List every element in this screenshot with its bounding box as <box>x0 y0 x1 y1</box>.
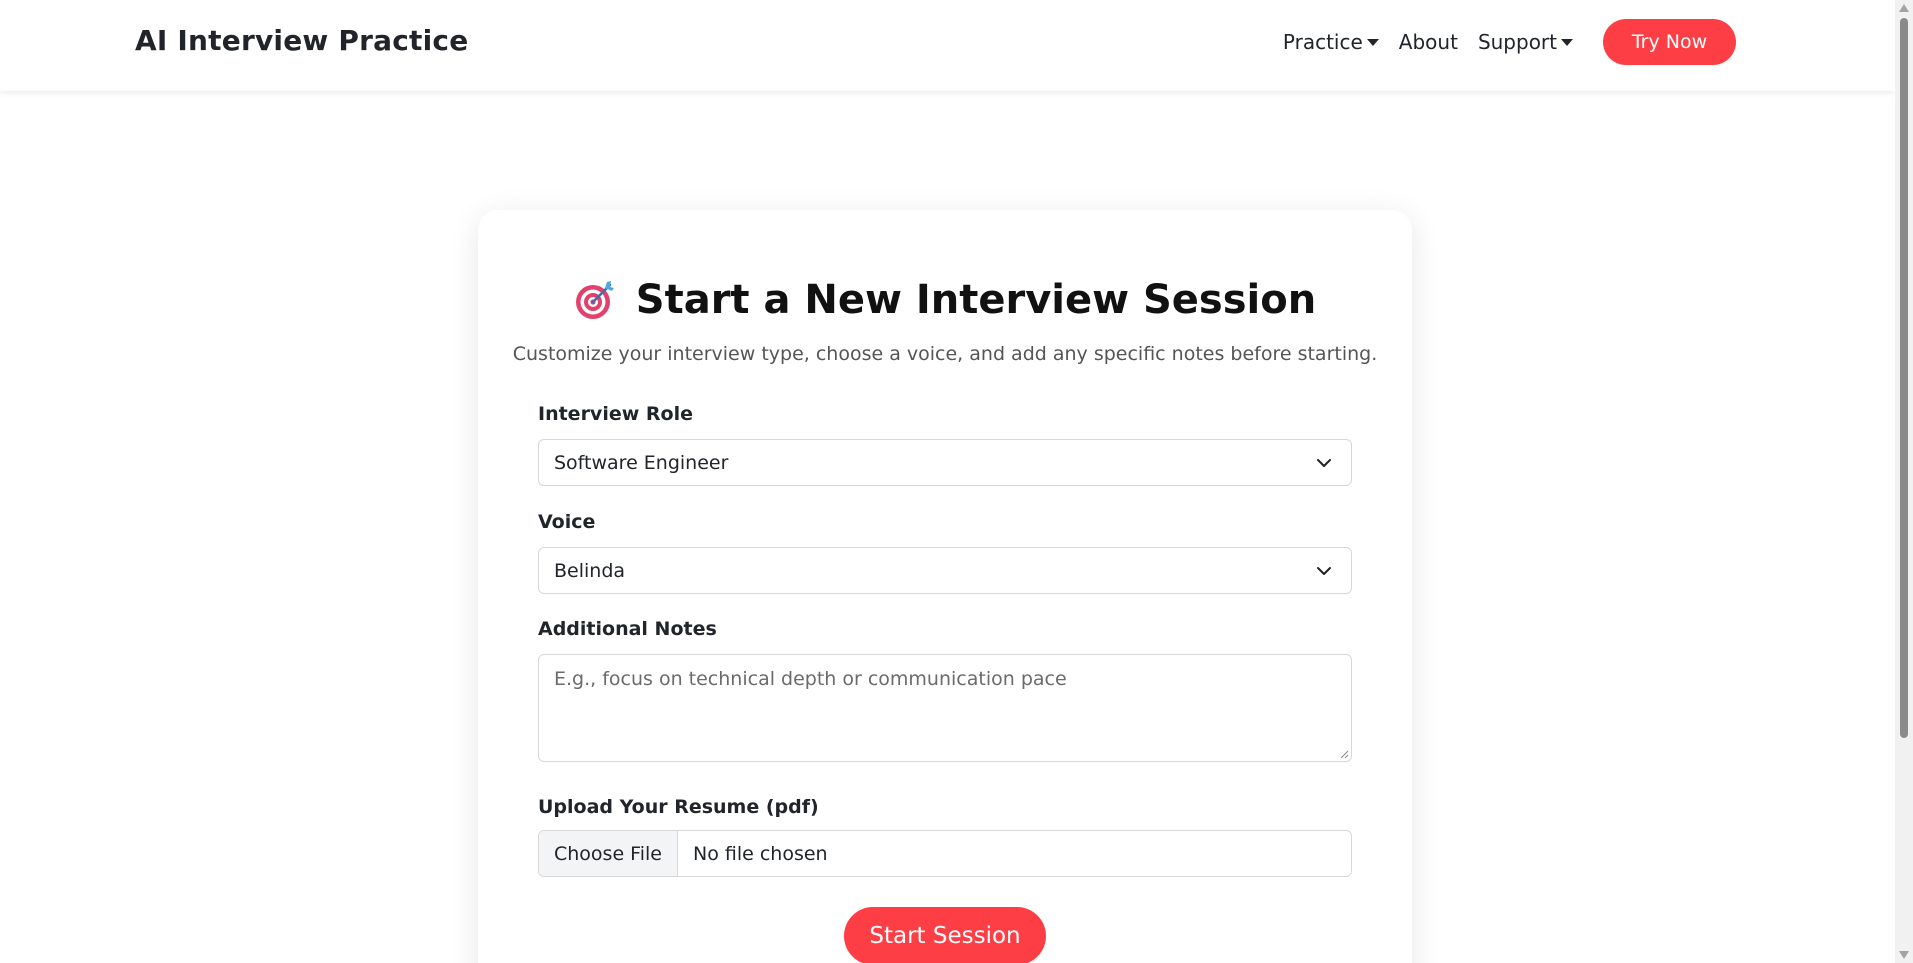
card-subtitle: Customize your interview type, choose a … <box>512 343 1378 365</box>
additional-notes-textarea[interactable]: E.g., focus on technical depth or commun… <box>538 654 1352 762</box>
nav-menu: Practice About Support Try Now <box>1283 18 1736 66</box>
nav-about-label: About <box>1398 30 1458 54</box>
try-now-button[interactable]: Try Now <box>1603 19 1736 65</box>
card-title-row: Start a New Interview Session <box>478 272 1412 328</box>
page-title: Start a New Interview Session <box>635 277 1317 323</box>
page: AI Interview Practice Practice About Sup… <box>0 0 1913 963</box>
interview-role-value: Software Engineer <box>554 451 729 474</box>
vertical-scrollbar[interactable] <box>1895 0 1913 963</box>
session-setup-card: Start a New Interview Session Customize … <box>478 210 1412 963</box>
resume-upload-label: Upload Your Resume (pdf) <box>538 796 819 818</box>
chevron-down-icon <box>1317 567 1331 575</box>
caret-down-icon <box>1561 38 1573 46</box>
resume-file-input[interactable]: Choose File No file chosen <box>538 830 1352 877</box>
file-status-text: No file chosen <box>692 842 828 865</box>
nav-about-link[interactable]: About <box>1399 30 1458 54</box>
nav-practice-dropdown[interactable]: Practice <box>1283 30 1379 54</box>
notes-placeholder: E.g., focus on technical depth or commun… <box>554 668 1067 690</box>
choose-file-button[interactable]: Choose File <box>539 831 678 876</box>
voice-value: Belinda <box>554 559 626 582</box>
start-session-button[interactable]: Start Session <box>844 907 1046 963</box>
target-dart-icon <box>575 281 614 319</box>
nav-support-dropdown[interactable]: Support <box>1478 30 1573 54</box>
interview-role-label: Interview Role <box>538 403 693 425</box>
navbar: AI Interview Practice Practice About Sup… <box>0 0 1895 91</box>
scrollbar-thumb[interactable] <box>1900 18 1908 738</box>
chevron-down-icon <box>1317 459 1331 467</box>
brand-logo[interactable]: AI Interview Practice <box>135 24 468 57</box>
voice-select[interactable]: Belinda <box>538 547 1352 594</box>
scroll-down-arrow-icon[interactable] <box>1899 951 1909 959</box>
nav-support-label: Support <box>1477 30 1557 54</box>
resize-handle-icon[interactable] <box>1339 749 1349 759</box>
additional-notes-label: Additional Notes <box>538 618 717 640</box>
scroll-up-arrow-icon[interactable] <box>1899 4 1909 12</box>
caret-down-icon <box>1366 38 1379 46</box>
nav-practice-label: Practice <box>1282 30 1363 54</box>
voice-label: Voice <box>538 511 596 533</box>
interview-role-select[interactable]: Software Engineer <box>538 439 1352 486</box>
